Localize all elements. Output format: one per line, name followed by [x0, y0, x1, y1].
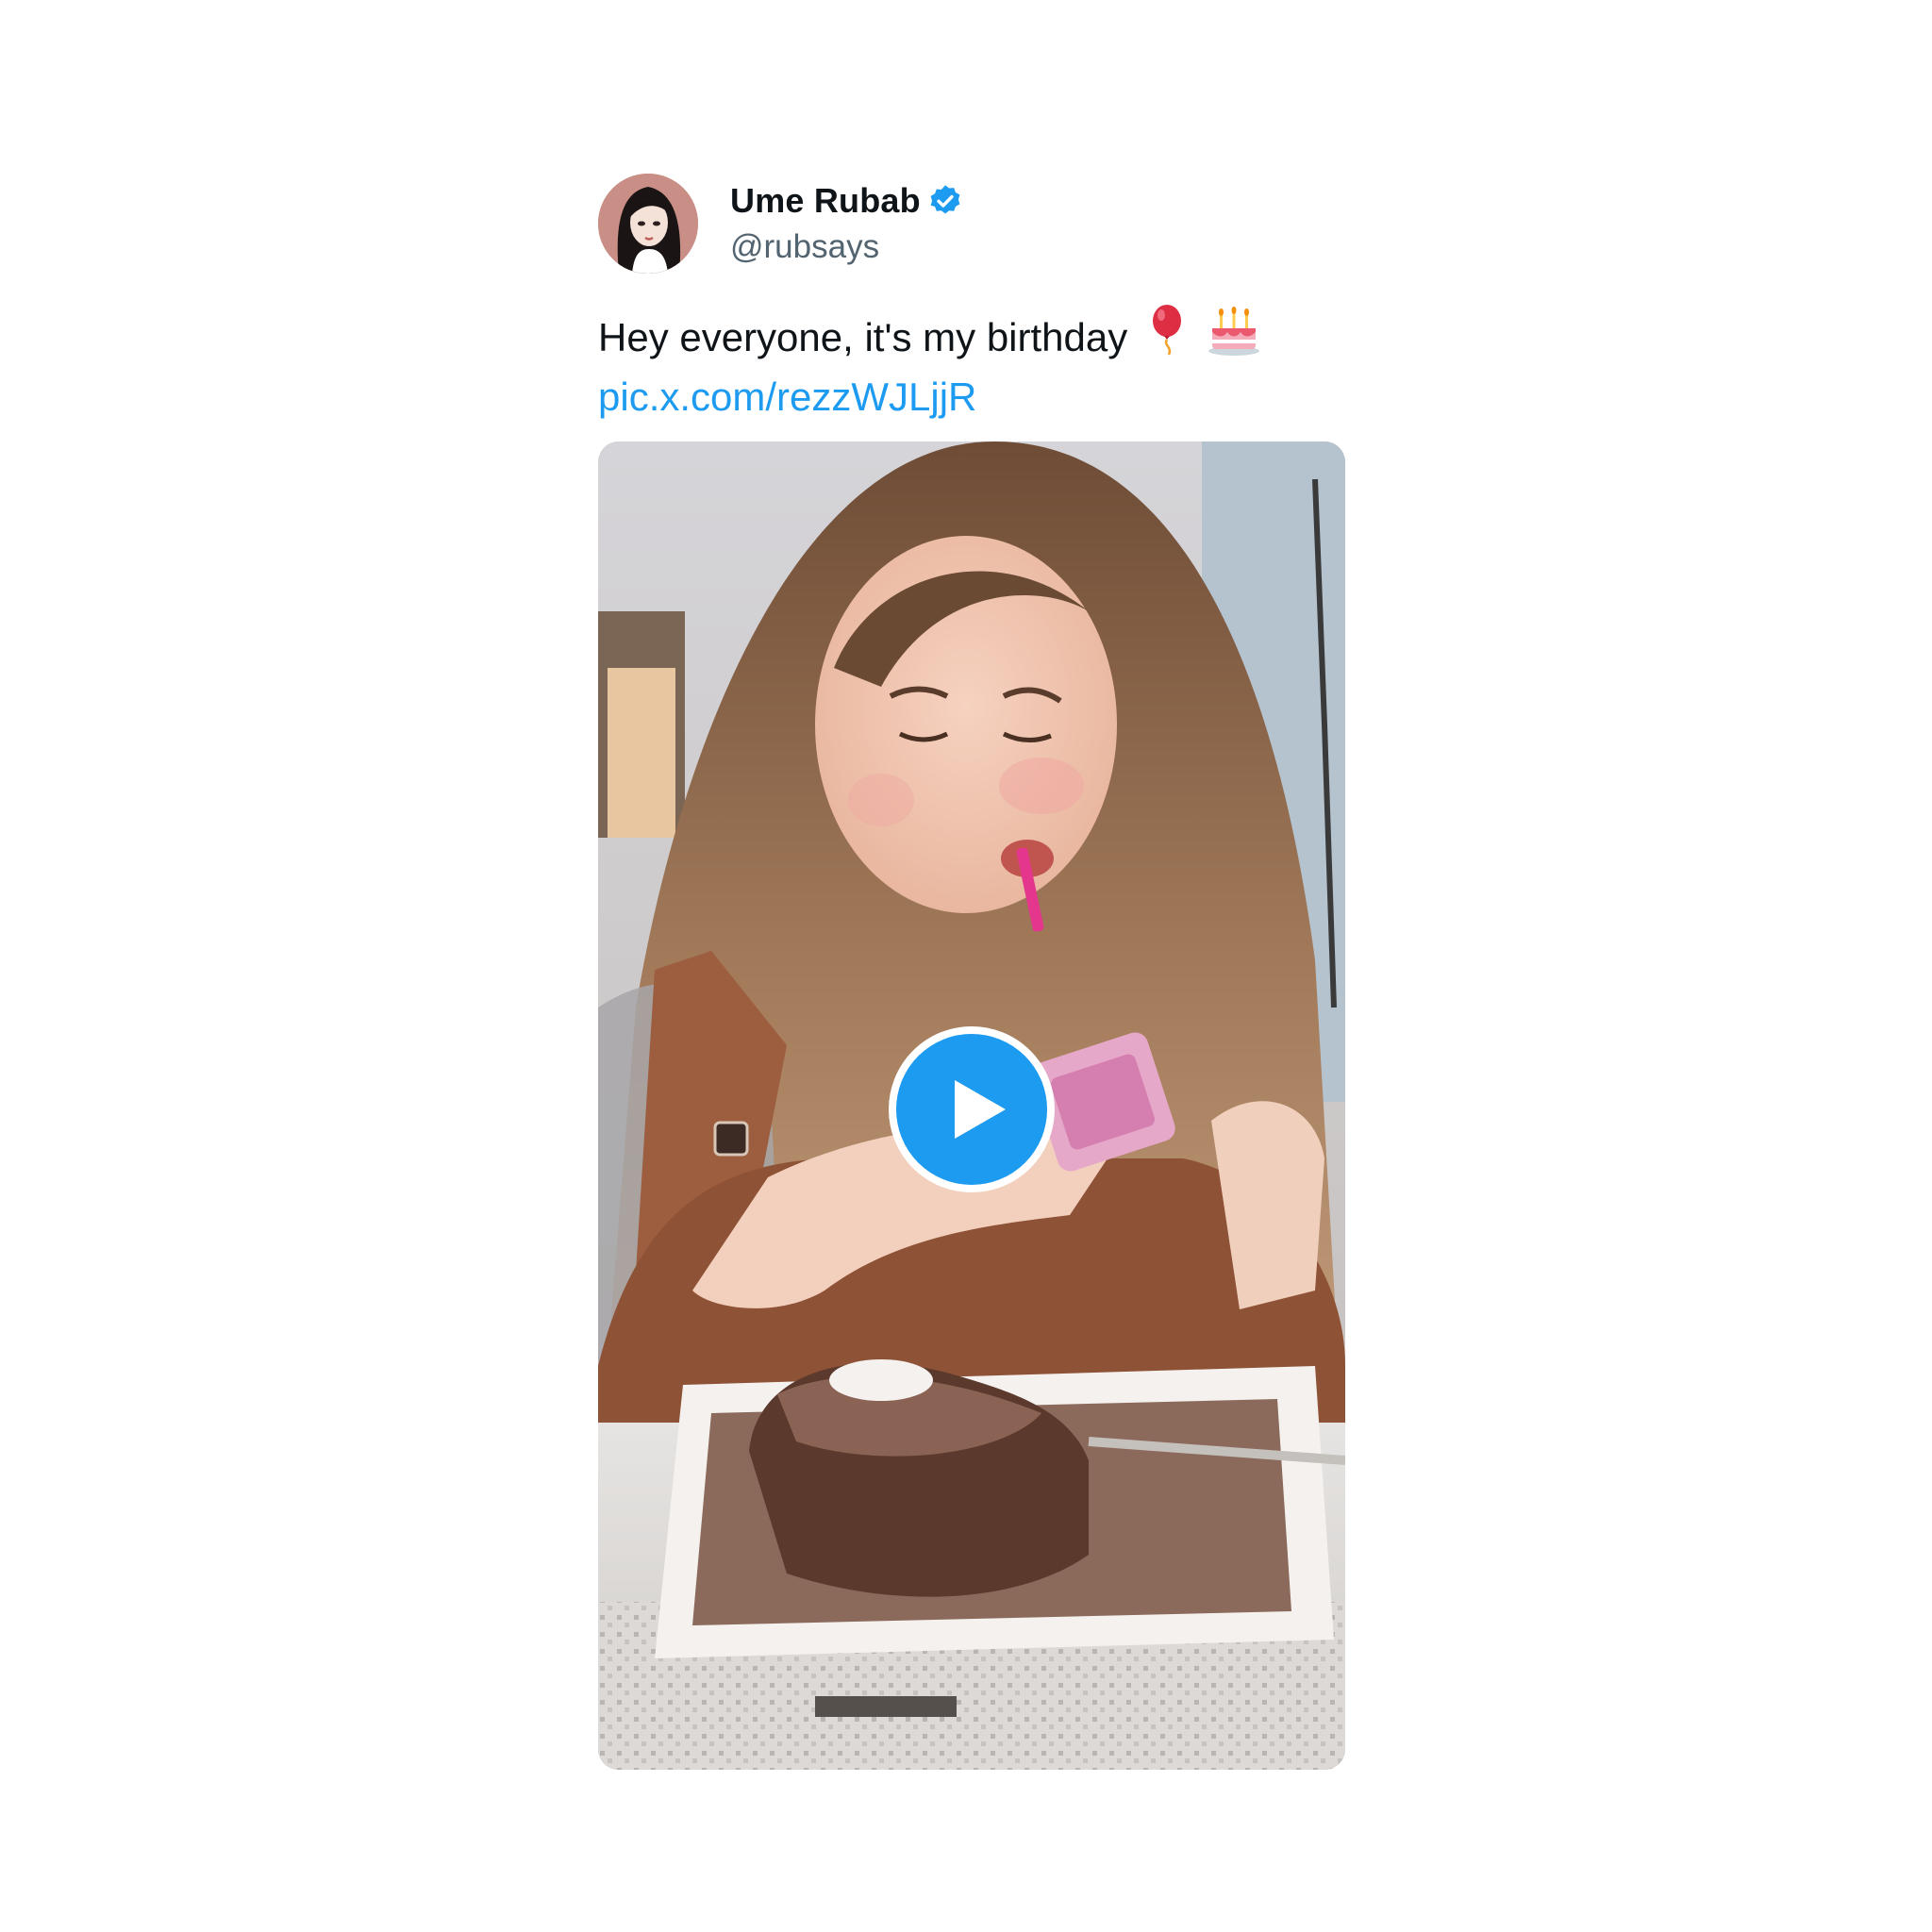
author-handle[interactable]: @rubsays [730, 228, 963, 266]
balloon-emoji [1148, 304, 1186, 370]
tweet-body-text: Hey everyone, it's my birthday [598, 314, 1128, 359]
birthday-cake-emoji [1207, 304, 1261, 370]
avatar[interactable] [598, 174, 698, 274]
tweet-header: Ume Rubab @rubsays [598, 174, 1345, 274]
tweet-card: Ume Rubab @rubsays Hey everyone, it's my… [598, 174, 1345, 1770]
media-link[interactable]: pic.x.com/rezzWJLjjR [598, 370, 976, 424]
play-icon [955, 1080, 1006, 1139]
video-media[interactable] [598, 441, 1345, 1770]
play-button[interactable] [889, 1026, 1055, 1192]
verified-badge-icon [927, 183, 963, 219]
author-info: Ume Rubab @rubsays [730, 179, 963, 266]
tweet-text: Hey everyone, it's my birthday pic.x.com… [598, 304, 1345, 424]
avatar-illustration [598, 174, 698, 274]
author-display-name[interactable]: Ume Rubab [730, 181, 921, 221]
